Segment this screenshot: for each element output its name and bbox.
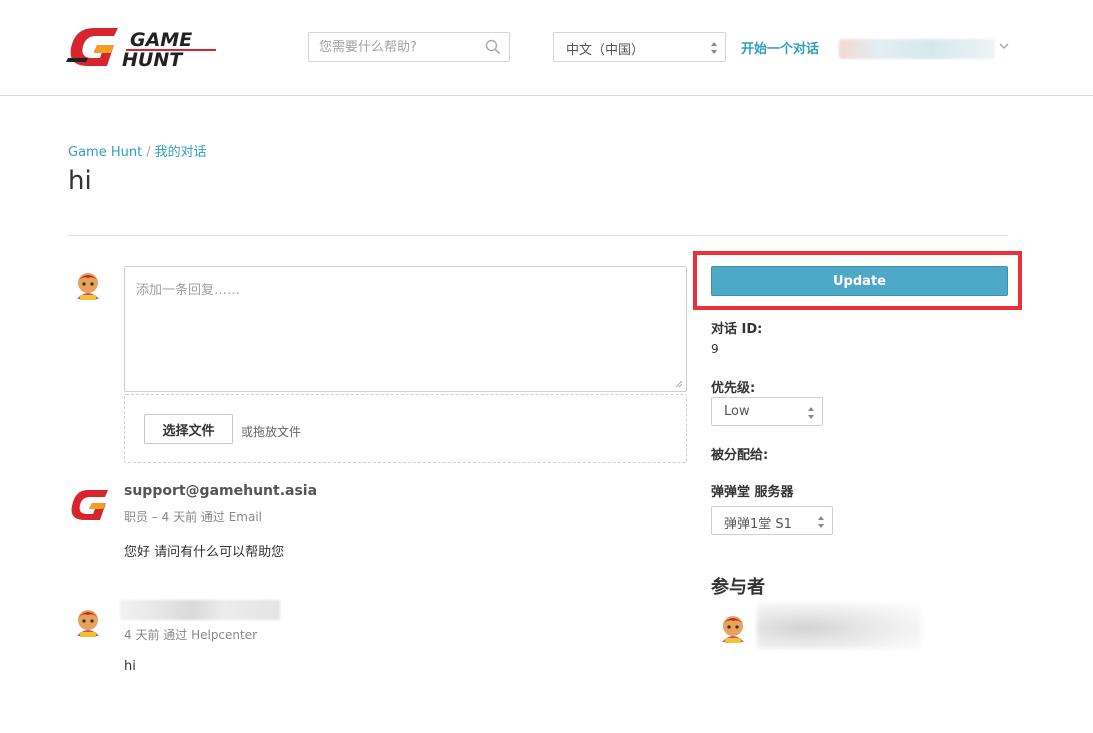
reply-box (124, 266, 687, 392)
page-title: hi (68, 166, 92, 196)
search-icon[interactable] (485, 39, 501, 55)
comment-body: 您好 请问有什么可以帮助您 (124, 545, 285, 560)
logo-text-hunt: HUNT (122, 49, 184, 71)
participants-title: 参与者 (711, 577, 765, 598)
start-conversation-link[interactable]: 开始一个对话 (741, 38, 819, 57)
breadcrumb-separator: / (146, 145, 151, 160)
server-select-value: 弹弹1堂 S1 (724, 517, 792, 532)
breadcrumb-home[interactable]: Game Hunt (68, 145, 142, 160)
choose-file-button[interactable]: 选择文件 (144, 414, 233, 444)
divider (68, 235, 1008, 236)
comment-author-redacted (120, 600, 280, 620)
comment-meta: 职员 – 4 天前 通过 Email (124, 510, 263, 524)
logo-icon: GAME HUNT (66, 28, 216, 71)
logo-text-game: GAME (130, 29, 192, 51)
site-header: GAME HUNT 中文（中国） 开始一个对话 (0, 0, 1093, 96)
participant-name-redacted (757, 603, 921, 649)
assignee-label: 被分配给: (711, 448, 769, 463)
participant-avatar (716, 612, 750, 646)
avatar (71, 606, 105, 640)
comment-meta: 4 天前 通过 Helpcenter (124, 628, 258, 642)
search-box (308, 32, 510, 62)
server-select[interactable]: 弹弹1堂 S1 (711, 506, 833, 535)
comment-body: hi (124, 659, 136, 674)
priority-select[interactable]: Low (711, 397, 823, 426)
priority-select-value: Low (724, 404, 750, 419)
user-menu[interactable] (839, 39, 995, 59)
select-arrows-icon (808, 407, 814, 419)
breadcrumb-current[interactable]: 我的对话 (155, 145, 207, 160)
language-select[interactable]: 中文（中国） (553, 32, 726, 62)
select-arrows-icon (711, 42, 717, 54)
avatar-icon (722, 616, 744, 643)
avatar-icon (77, 610, 99, 637)
avatar (71, 269, 105, 303)
search-input[interactable] (309, 33, 479, 61)
gamehunt-logo[interactable]: GAME HUNT (66, 24, 221, 72)
ticket-id-value: 9 (711, 342, 719, 356)
avatar-icon (77, 273, 99, 300)
file-dropzone[interactable]: 选择文件 或拖放文件 (124, 394, 687, 463)
avatar (70, 488, 110, 522)
ticket-id-label: 对话 ID: (711, 322, 763, 337)
drop-hint: 或拖放文件 (241, 425, 302, 439)
update-button[interactable]: Update (711, 266, 1008, 296)
comment-author: support@gamehunt.asia (124, 483, 318, 499)
language-select-value: 中文（中国） (566, 43, 645, 58)
resize-handle-icon[interactable] (675, 380, 683, 388)
priority-label: 优先级: (711, 381, 756, 396)
breadcrumb: Game Hunt / 我的对话 (68, 141, 207, 160)
server-label: 弹弹堂 服务器 (711, 485, 794, 500)
support-logo-icon (71, 490, 108, 520)
select-arrows-icon (818, 516, 824, 528)
reply-textarea[interactable] (125, 267, 686, 391)
chevron-down-icon[interactable] (999, 42, 1009, 50)
